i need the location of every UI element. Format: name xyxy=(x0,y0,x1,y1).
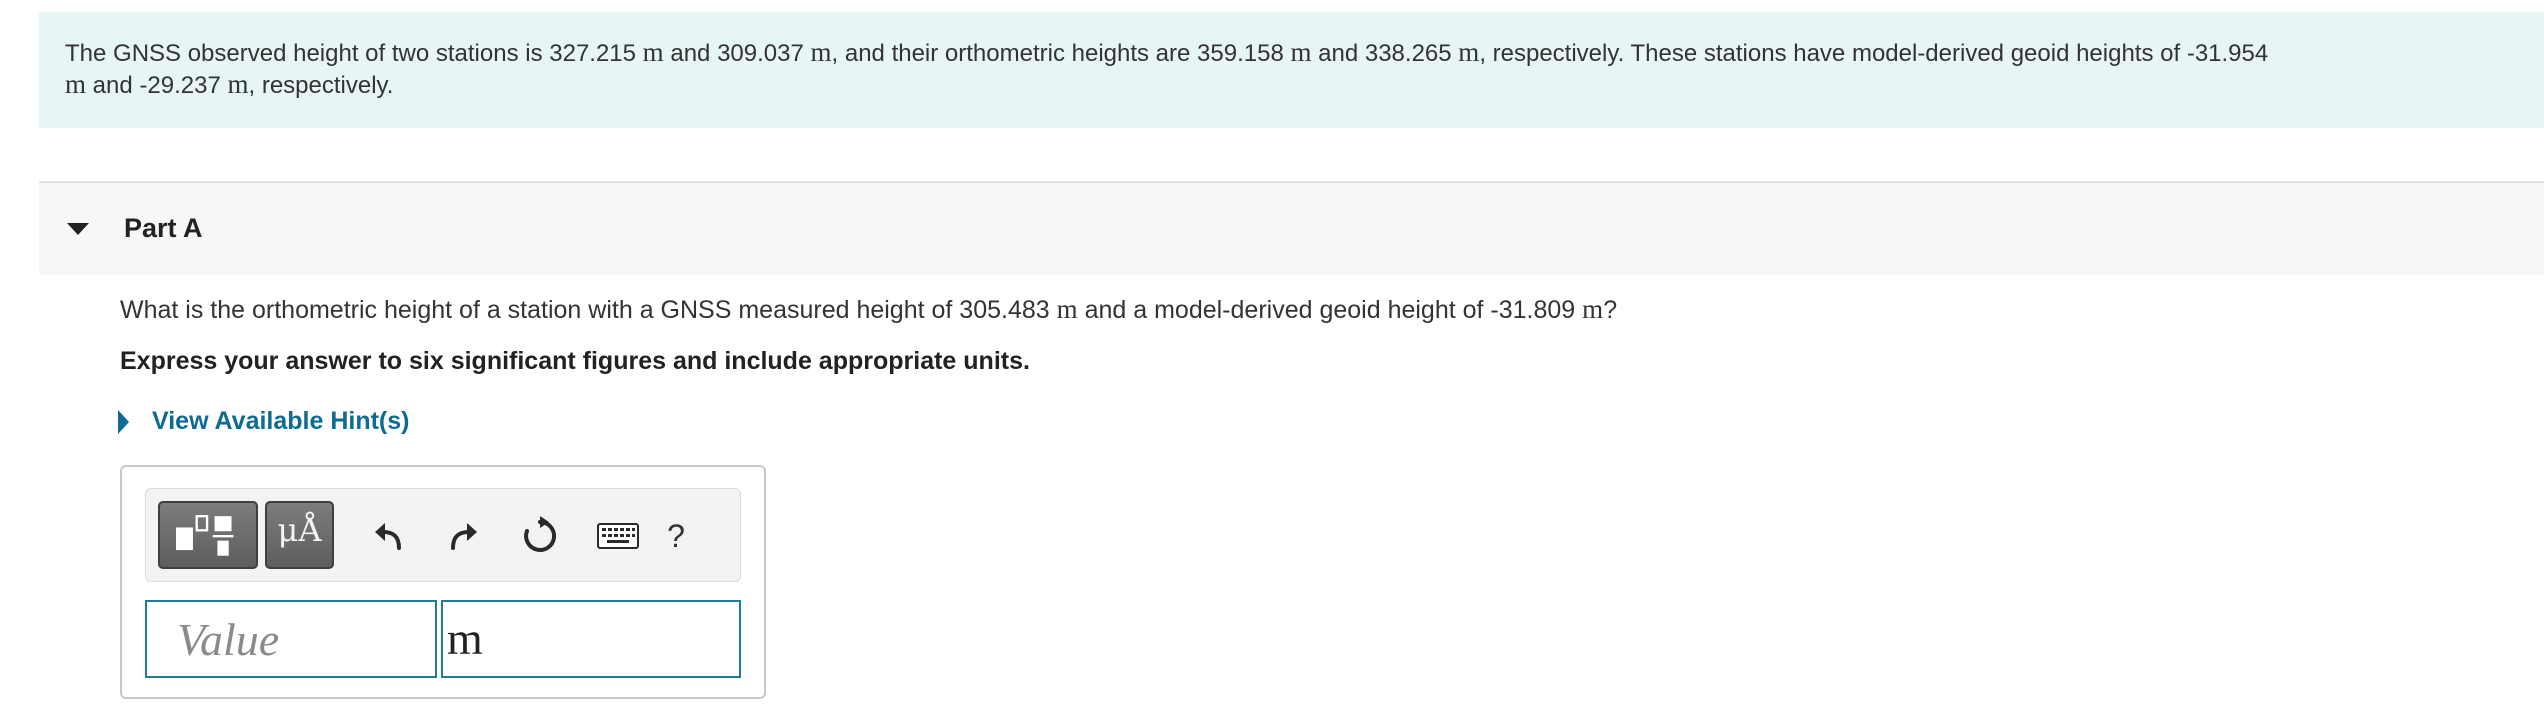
math-toolbar: μÅ ? xyxy=(145,488,741,582)
unit-symbol: m xyxy=(65,69,87,99)
unit-symbol: m xyxy=(1582,294,1604,324)
keyboard-icon xyxy=(597,523,639,549)
help-icon: ? xyxy=(667,517,685,554)
units-button[interactable]: μÅ xyxy=(265,501,334,569)
answer-instruction: Express your answer to six significant f… xyxy=(120,347,1030,375)
question-text-part: ? xyxy=(1603,296,1618,324)
unit-symbol: m xyxy=(642,37,664,67)
value-field[interactable] xyxy=(145,600,437,678)
unit-symbol: m xyxy=(1056,294,1078,324)
help-button[interactable]: ? xyxy=(654,511,698,561)
units-field[interactable]: m xyxy=(441,600,741,678)
view-hints-link[interactable]: View Available Hint(s) xyxy=(118,407,409,436)
answer-box: μÅ ? Value m xyxy=(120,465,766,699)
expand-caret-icon xyxy=(118,409,129,434)
unit-input-value[interactable]: m xyxy=(447,612,483,665)
undo-icon xyxy=(375,523,401,550)
intro-text: , and their orthometric heights are 359.… xyxy=(831,40,1291,67)
intro-text: , respectively. These stations have mode… xyxy=(1479,40,2269,67)
unit-symbol: m xyxy=(227,69,249,99)
part-title: Part A xyxy=(124,213,203,243)
intro-text: and -29.237 xyxy=(86,72,228,99)
intro-text: and 338.265 xyxy=(1311,40,1459,67)
intro-text: and 309.037 xyxy=(663,40,811,67)
units-label: μÅ xyxy=(277,511,322,549)
undo-button[interactable] xyxy=(364,511,414,561)
question-text-part: and a model-derived geoid height of -31.… xyxy=(1077,296,1583,324)
reset-button[interactable] xyxy=(515,511,565,561)
keyboard-button[interactable] xyxy=(583,511,653,561)
question-text: What is the orthometric height of a stat… xyxy=(120,294,1617,325)
intro-text: The GNSS observed height of two stations… xyxy=(65,40,643,67)
reset-icon xyxy=(524,516,557,552)
question-text-part: What is the orthometric height of a stat… xyxy=(120,296,1057,324)
redo-icon xyxy=(451,523,477,550)
collapse-caret-icon[interactable] xyxy=(67,223,89,235)
value-input[interactable] xyxy=(147,602,435,676)
unit-symbol: m xyxy=(1458,37,1480,67)
hint-label[interactable]: View Available Hint(s) xyxy=(152,407,409,436)
templates-icon xyxy=(176,515,234,556)
unit-symbol: m xyxy=(810,37,832,67)
problem-statement: The GNSS observed height of two stations… xyxy=(39,12,2544,128)
templates-button[interactable] xyxy=(158,501,258,569)
intro-text: , respectively. xyxy=(248,72,394,99)
unit-symbol: m xyxy=(1290,37,1312,67)
redo-button[interactable] xyxy=(438,511,488,561)
part-a-header[interactable]: Part A xyxy=(39,181,2544,275)
